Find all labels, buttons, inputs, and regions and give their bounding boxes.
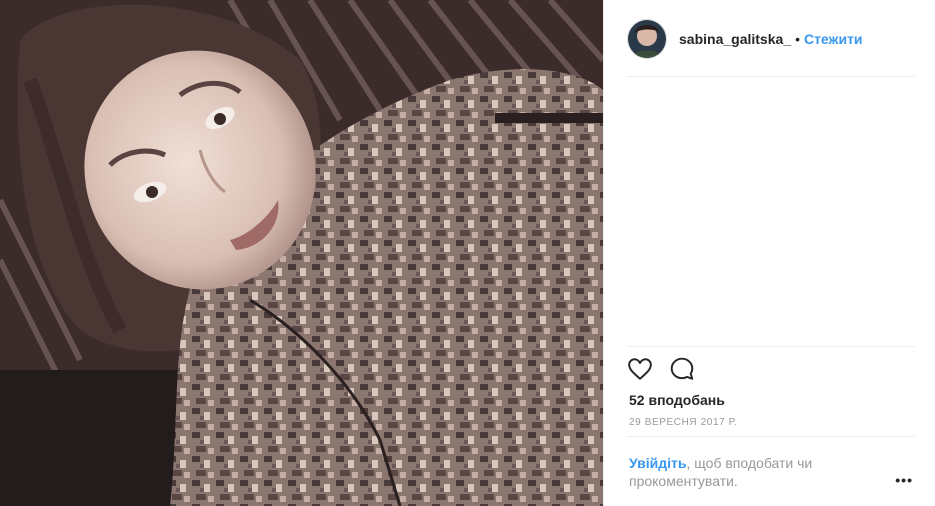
comment-icon[interactable] [669, 356, 695, 382]
post-date[interactable]: 29 ВЕРЕСНЯ 2017 Р. [629, 417, 737, 428]
divider [627, 346, 915, 347]
post-header: sabina_galitska_ • Стежити [627, 18, 863, 60]
header-separator: • [795, 31, 800, 47]
post-photo[interactable] [0, 0, 603, 506]
likes-count[interactable]: 52 вподобань [629, 392, 725, 408]
username-link[interactable]: sabina_galitska_ [679, 31, 791, 47]
divider [627, 76, 915, 77]
post-actions [627, 356, 695, 382]
selfie-photo [0, 0, 603, 506]
post-side-panel: sabina_galitska_ • Стежити 52 вподобань … [603, 0, 935, 506]
more-options-icon[interactable]: ••• [895, 472, 913, 488]
heart-icon[interactable] [627, 356, 653, 382]
follow-button[interactable]: Стежити [804, 31, 863, 47]
instagram-post: sabina_galitska_ • Стежити 52 вподобань … [0, 0, 935, 506]
avatar-image [628, 20, 666, 58]
login-link[interactable]: Увійдіть [629, 455, 687, 471]
divider [627, 436, 915, 437]
login-prompt: Увійдіть, щоб вподобати чи прокоментуват… [629, 454, 839, 490]
avatar[interactable] [627, 19, 667, 59]
